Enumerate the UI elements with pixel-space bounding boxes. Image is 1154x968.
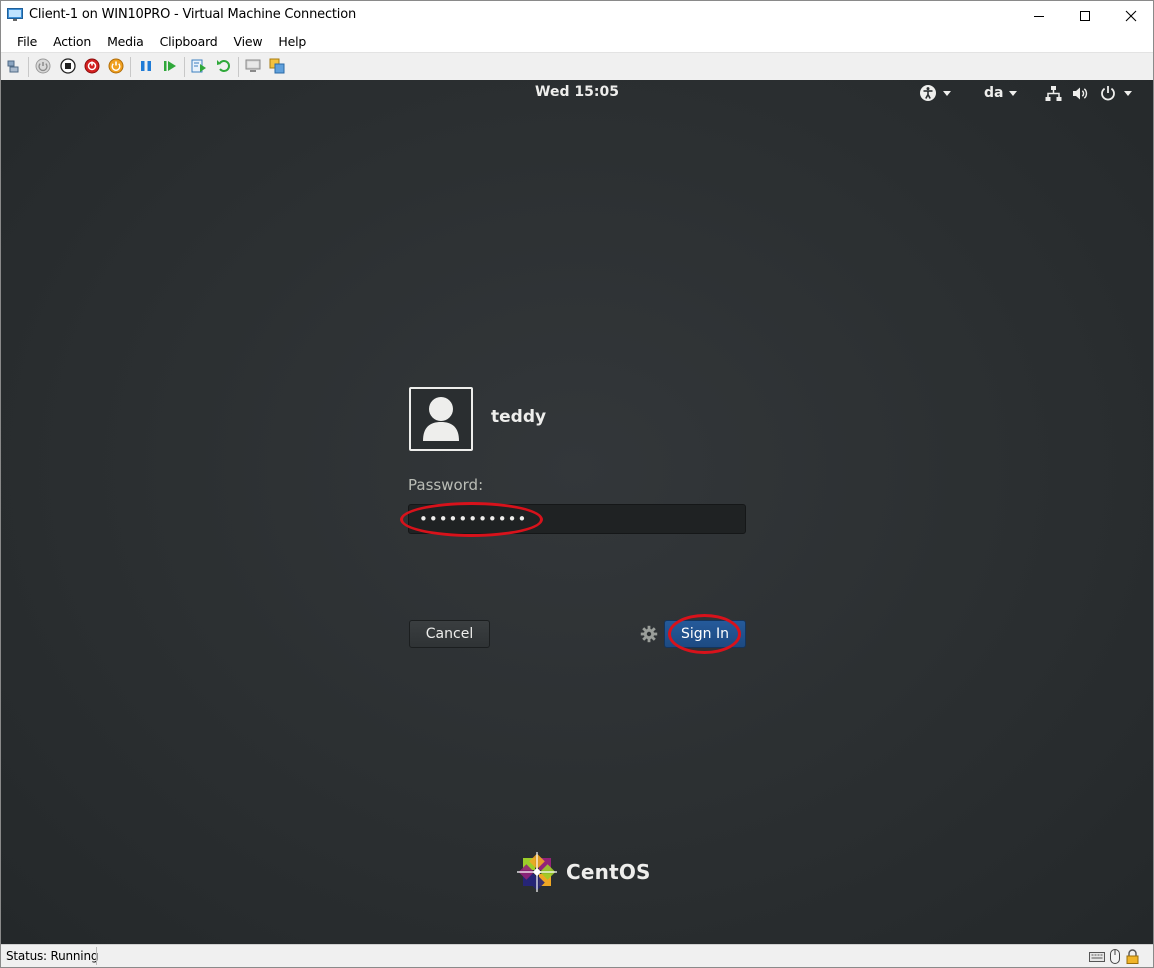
username-label: teddy [491, 407, 547, 427]
vm-connection-app-icon [7, 8, 23, 21]
lock-icon [1126, 949, 1139, 964]
password-label: Password: [408, 476, 484, 494]
annotation-ellipse [668, 614, 741, 654]
status-bar: Status: Running [1, 944, 1153, 967]
power-icon [1101, 86, 1115, 101]
menu-bar: File Action Media Clipboard View Help [1, 30, 1153, 52]
title-bar[interactable]: Client-1 on WIN10PRO - Virtual Machine C… [1, 1, 1153, 30]
menu-action[interactable]: Action [45, 34, 99, 49]
menu-help[interactable]: Help [270, 34, 314, 49]
annotation-ellipse [400, 502, 543, 537]
status-text: Status: Running [6, 949, 99, 963]
user-avatar[interactable] [409, 387, 473, 451]
accessibility-menu[interactable] [919, 83, 951, 103]
save-icon[interactable] [108, 58, 124, 74]
resume-icon[interactable] [162, 58, 178, 74]
accessibility-icon [920, 85, 936, 101]
menu-file[interactable]: File [1, 34, 45, 49]
revert-icon[interactable] [216, 58, 232, 74]
chevron-down-icon [1124, 90, 1132, 96]
toolbar-separator [184, 57, 185, 77]
vm-connection-window: Client-1 on WIN10PRO - Virtual Machine C… [0, 0, 1154, 968]
menu-view[interactable]: View [226, 34, 271, 49]
window-title: Client-1 on WIN10PRO - Virtual Machine C… [29, 7, 356, 22]
maximize-button[interactable] [1062, 1, 1108, 30]
gnome-top-bar: Wed 15:05 da [1, 80, 1153, 106]
ctrl-alt-del-icon[interactable] [7, 58, 23, 74]
status-divider [96, 947, 97, 965]
mouse-icon [1110, 949, 1120, 964]
start-icon[interactable] [35, 58, 51, 74]
minimize-button[interactable] [1016, 1, 1062, 30]
toolbar [1, 52, 1153, 80]
cancel-button[interactable]: Cancel [409, 620, 490, 648]
share-icon[interactable] [269, 58, 285, 74]
menu-clipboard[interactable]: Clipboard [152, 34, 226, 49]
close-button[interactable] [1108, 1, 1154, 30]
chevron-down-icon [1009, 90, 1018, 96]
shut-down-icon[interactable] [84, 58, 100, 74]
volume-icon [1073, 87, 1088, 99]
vm-screen[interactable]: Wed 15:05 da teddy Password: •••••••••••… [1, 80, 1153, 944]
input-language-menu[interactable]: da [984, 83, 1018, 103]
user-icon [423, 397, 459, 441]
gear-icon[interactable] [640, 625, 658, 643]
clock[interactable]: Wed 15:05 [1, 84, 1153, 100]
toolbar-separator [238, 57, 239, 77]
network-icon [1045, 85, 1062, 101]
checkpoint-icon[interactable] [191, 58, 207, 74]
centos-logo-text: CentOS [566, 860, 651, 884]
input-language: da [984, 85, 1004, 101]
toolbar-separator [28, 57, 29, 77]
close-icon [1125, 10, 1137, 21]
chevron-down-icon [943, 90, 951, 96]
keyboard-icon [1089, 952, 1105, 962]
pause-icon[interactable] [138, 58, 154, 74]
minimize-icon [1034, 15, 1044, 17]
menu-media[interactable]: Media [99, 34, 152, 49]
maximize-icon [1080, 10, 1090, 21]
turn-off-icon[interactable] [60, 58, 76, 74]
toolbar-separator [130, 57, 131, 77]
enhanced-session-icon[interactable] [245, 58, 261, 74]
centos-logo-icon [517, 852, 557, 892]
system-menu[interactable] [1045, 83, 1132, 103]
